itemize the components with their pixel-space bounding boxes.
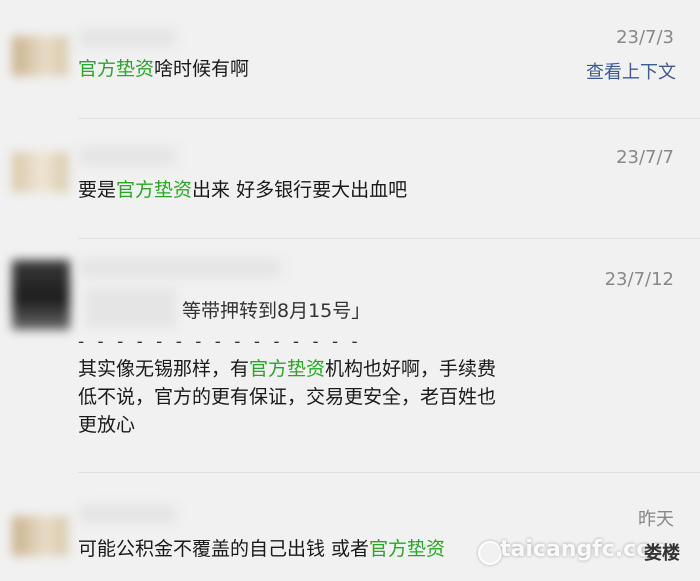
comment-text: 要是官方垫资出来 好多银行要大出血吧 bbox=[78, 177, 407, 204]
watermark-icon bbox=[478, 541, 502, 565]
text-segment: 可能公积金不覆盖的自己出钱 或者 bbox=[78, 538, 370, 560]
comment-text-line-3: 更放心 bbox=[78, 414, 136, 436]
username-blurred bbox=[80, 148, 175, 164]
quoted-user-blurred bbox=[86, 288, 176, 328]
keyword-highlight[interactable]: 官方垫资 bbox=[116, 179, 192, 201]
text-segment: 机构也好啊，手续费 bbox=[325, 358, 497, 380]
comment-text-line-1: 其实像无锡那样，有官方垫资机构也好啊，手续费 bbox=[78, 356, 496, 383]
username-blurred bbox=[80, 30, 175, 46]
comment-3: 23/7/12 等带押转到8月15号」 - - - - - - - - - - … bbox=[0, 238, 700, 472]
username-blurred bbox=[80, 506, 175, 522]
quoted-text: 等带押转到8月15号」 bbox=[182, 300, 371, 322]
comment-time: 昨天 bbox=[638, 509, 674, 530]
comment-time: 23/7/3 bbox=[616, 27, 674, 48]
text-segment: 出来 好多银行要大出血吧 bbox=[192, 179, 408, 201]
avatar[interactable] bbox=[12, 260, 70, 330]
comment-2: 23/7/7 要是官方垫资出来 好多银行要大出血吧 bbox=[0, 118, 700, 238]
comment-text: 官方垫资啥时候有啊 bbox=[78, 56, 249, 83]
comment-text: 可能公积金不覆盖的自己出钱 或者官方垫资 bbox=[78, 536, 445, 563]
keyword-highlight[interactable]: 官方垫资 bbox=[249, 358, 325, 380]
text-segment: 其实像无锡那样，有 bbox=[78, 358, 250, 380]
comment-1: 23/7/3 官方垫资啥时候有啊 查看上下文 bbox=[0, 0, 700, 118]
quote-separator: - - - - - - - - - - - - - - - bbox=[78, 332, 362, 352]
comment-time: 23/7/12 bbox=[604, 269, 674, 290]
avatar[interactable] bbox=[12, 36, 68, 76]
text-segment: 啥时候有啊 bbox=[154, 58, 250, 80]
text-segment: 要是 bbox=[78, 179, 117, 201]
keyword-highlight[interactable]: 官方垫资 bbox=[78, 58, 154, 80]
avatar[interactable] bbox=[12, 516, 68, 556]
watermark: taicangfc.com 娄楼 bbox=[478, 533, 700, 573]
comment-time: 23/7/7 bbox=[616, 147, 674, 168]
username-blurred bbox=[80, 260, 280, 276]
keyword-highlight[interactable]: 官方垫资 bbox=[369, 538, 445, 560]
view-context-link[interactable]: 查看上下文 bbox=[586, 58, 676, 84]
watermark-brand: 娄楼 bbox=[644, 543, 680, 564]
avatar[interactable] bbox=[12, 152, 68, 192]
comment-text-line-2: 低不说，官方的更有保证，交易更安全，老百姓也 bbox=[78, 386, 497, 408]
